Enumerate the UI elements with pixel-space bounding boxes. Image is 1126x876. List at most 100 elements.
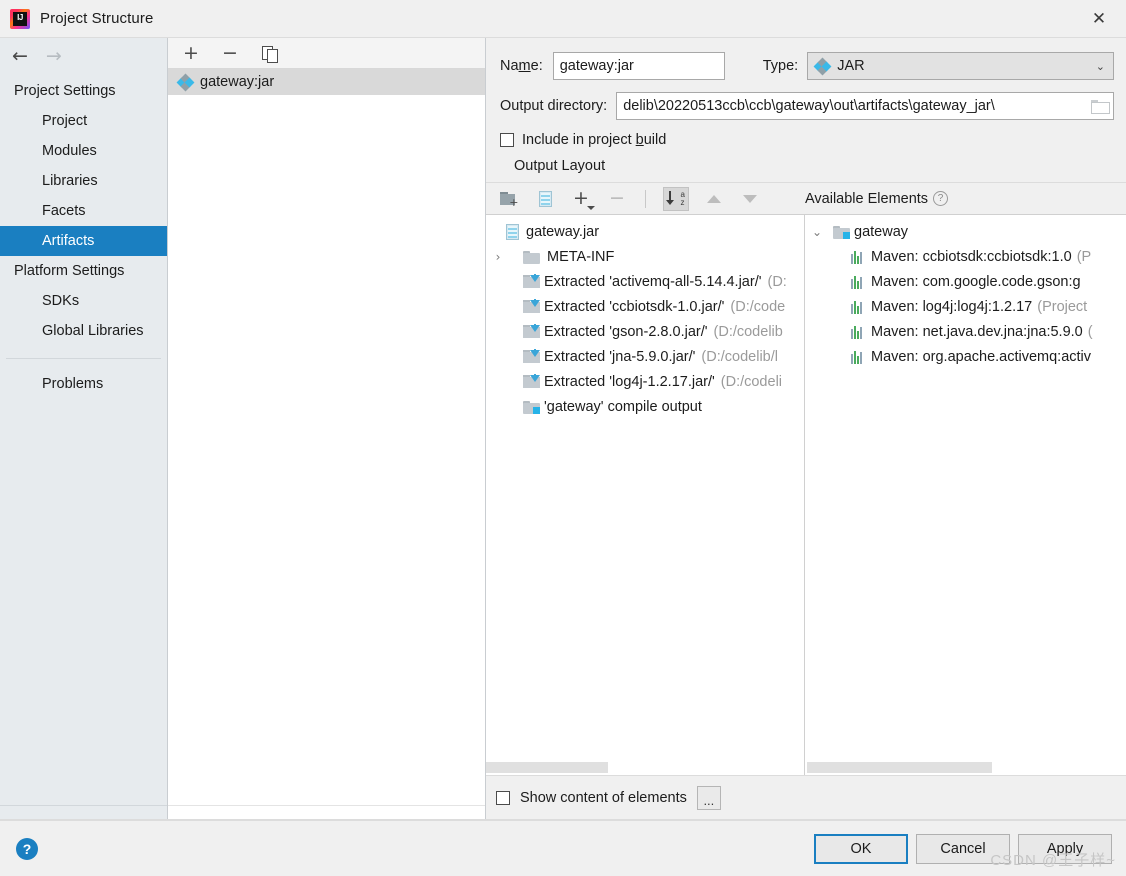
artifacts-list-panel: + − gateway:jar <box>168 38 486 819</box>
sidebar-item-project[interactable]: Project <box>0 106 167 136</box>
sidebar-item-problems[interactable]: Problems <box>0 369 167 399</box>
output-layout-label: Output Layout <box>514 158 606 174</box>
type-label: Type: <box>762 58 799 74</box>
more-options-button[interactable]: ... <box>696 785 721 810</box>
sidebar-list: Project Settings Project Modules Librari… <box>0 74 167 399</box>
tree-row[interactable]: Maven: log4j:log4j:1.2.17 (Project <box>805 294 1126 319</box>
artifacts-list-footer <box>168 805 485 819</box>
forward-arrow-icon[interactable]: → <box>46 46 62 66</box>
jar-archive-icon <box>538 190 552 207</box>
ok-button[interactable]: OK <box>814 833 908 864</box>
tree-row[interactable]: Extracted 'log4j-1.2.17.jar/' (D:/codeli <box>486 369 804 394</box>
add-artifact-button[interactable]: + <box>180 42 202 64</box>
toolbar-divider <box>645 189 646 208</box>
tree-twisty[interactable]: ⌄ <box>809 225 825 239</box>
show-content-label: Show content of elements <box>520 789 687 806</box>
output-tree-body: gateway.jar › META-INF Extracted 'active… <box>486 215 804 761</box>
create-archive-button[interactable] <box>534 188 556 210</box>
sidebar-item-modules[interactable]: Modules <box>0 136 167 166</box>
chevron-down-icon: ⌄ <box>1095 59 1105 73</box>
output-directory-input[interactable]: \delib\20220513ccb\ccb\gateway\out\artif… <box>616 92 1114 120</box>
logo-text: IJ <box>17 12 23 22</box>
extracted-icon <box>523 324 540 339</box>
tree-row[interactable]: ⌄ gateway <box>805 219 1126 244</box>
output-directory-row: Output directory: \delib\20220513ccb\ccb… <box>500 92 1114 120</box>
tree-twisty[interactable]: › <box>490 250 506 264</box>
name-input[interactable]: gateway:jar <box>552 52 725 80</box>
sidebar-item-facets[interactable]: Facets <box>0 196 167 226</box>
close-icon[interactable]: ✕ <box>1072 0 1126 37</box>
create-directory-button[interactable]: + <box>498 188 520 210</box>
maven-library-icon <box>851 300 866 314</box>
triangle-up-icon <box>707 194 721 203</box>
tree-row-label: Extracted 'gson-2.8.0.jar/' <box>544 323 708 340</box>
list-item[interactable]: gateway:jar <box>168 69 485 95</box>
tree-row[interactable]: Extracted 'gson-2.8.0.jar/' (D:/codelib <box>486 319 804 344</box>
title-bar: IJ Project Structure ✕ <box>0 0 1126 38</box>
jar-type-icon <box>813 57 832 75</box>
folder-browse-icon[interactable] <box>1091 99 1110 114</box>
tree-row[interactable]: Maven: com.google.code.gson:g <box>805 269 1126 294</box>
available-tree-hscrollbar[interactable] <box>805 761 1126 775</box>
help-icon[interactable]: ? <box>933 191 949 206</box>
triangle-down-icon <box>743 194 757 203</box>
sidebar-item-sdks[interactable]: SDKs <box>0 286 167 316</box>
tree-row-label: META-INF <box>547 248 615 265</box>
maven-library-icon <box>851 275 866 289</box>
include-in-build-checkbox[interactable] <box>500 133 514 147</box>
available-elements-tree: ⌄ gateway Maven: ccbiotsdk:ccbiotsdk:1.0… <box>805 215 1126 775</box>
type-select[interactable]: JAR ⌄ <box>807 52 1114 80</box>
scroll-thumb[interactable] <box>807 762 992 773</box>
show-content-checkbox[interactable] <box>496 790 510 805</box>
show-content-bar: Show content of elements ... <box>486 775 1126 819</box>
add-element-button[interactable]: + <box>570 188 595 210</box>
copy-artifact-button[interactable] <box>258 42 280 64</box>
include-in-build-label: Include in project build <box>522 132 667 148</box>
intellij-idea-logo-icon: IJ <box>10 8 30 29</box>
move-down-button[interactable] <box>739 188 761 210</box>
tree-row[interactable]: Maven: ccbiotsdk:ccbiotsdk:1.0 (P <box>805 244 1126 269</box>
output-tree-hscrollbar[interactable] <box>486 761 804 775</box>
type-select-value: JAR <box>837 58 865 74</box>
tree-row[interactable]: Extracted 'ccbiotsdk-1.0.jar/' (D:/code <box>486 294 804 319</box>
tree-row-label: 'gateway' compile output <box>544 398 702 415</box>
artifact-label: gateway:jar <box>200 74 275 90</box>
tree-row-path: (D:/codeli <box>720 373 783 390</box>
back-arrow-icon[interactable]: ← <box>12 46 28 66</box>
remove-element-button[interactable]: − <box>606 188 628 210</box>
scroll-thumb[interactable] <box>486 762 608 773</box>
cancel-button[interactable]: Cancel <box>916 833 1010 864</box>
settings-sidebar: ← → Project Settings Project Modules Lib… <box>0 38 168 819</box>
sort-elements-button[interactable]: az <box>663 186 689 211</box>
output-directory-value: \delib\20220513ccb\ccb\gateway\out\artif… <box>623 98 995 114</box>
tree-row[interactable]: Extracted 'jna-5.9.0.jar/' (D:/codelib/l <box>486 344 804 369</box>
tree-row[interactable]: › META-INF <box>486 244 804 269</box>
minus-icon: − <box>609 187 625 209</box>
help-button[interactable]: ? <box>16 837 38 860</box>
tree-row[interactable]: Maven: org.apache.activemq:activ <box>805 344 1126 369</box>
tree-row-label: Maven: org.apache.activemq:activ <box>871 348 1092 365</box>
tree-row-path: ( <box>1087 323 1093 340</box>
tree-row[interactable]: Maven: net.java.dev.jna:jna:5.9.0 ( <box>805 319 1126 344</box>
sidebar-item-global-libraries[interactable]: Global Libraries <box>0 316 167 346</box>
artifacts-toolbar: + − <box>168 38 485 69</box>
output-directory-label: Output directory: <box>500 98 608 114</box>
sidebar-divider <box>6 358 161 359</box>
sidebar-item-libraries[interactable]: Libraries <box>0 166 167 196</box>
tree-row[interactable]: Extracted 'activemq-all-5.14.4.jar/' (D: <box>486 269 804 294</box>
artifact-detail-pane: Name: gateway:jar Type: JAR ⌄ Output dir <box>486 38 1126 819</box>
extracted-icon <box>523 299 540 314</box>
tree-row[interactable]: gateway.jar <box>486 219 804 244</box>
sidebar-item-artifacts[interactable]: Artifacts <box>0 226 167 256</box>
minus-icon: − <box>222 41 238 64</box>
move-up-button[interactable] <box>703 188 725 210</box>
remove-artifact-button[interactable]: − <box>219 42 241 64</box>
folder-icon <box>523 250 540 264</box>
tree-row-label: Extracted 'log4j-1.2.17.jar/' <box>544 373 715 390</box>
output-layout-tree: gateway.jar › META-INF Extracted 'active… <box>486 215 805 775</box>
include-in-build-row[interactable]: Include in project build <box>500 132 1114 148</box>
apply-button[interactable]: Apply <box>1018 833 1112 864</box>
sidebar-group-platform-settings: Platform Settings <box>14 263 125 279</box>
tree-row[interactable]: 'gateway' compile output <box>486 394 804 419</box>
tree-row-label: Maven: net.java.dev.jna:jna:5.9.0 <box>871 323 1083 340</box>
